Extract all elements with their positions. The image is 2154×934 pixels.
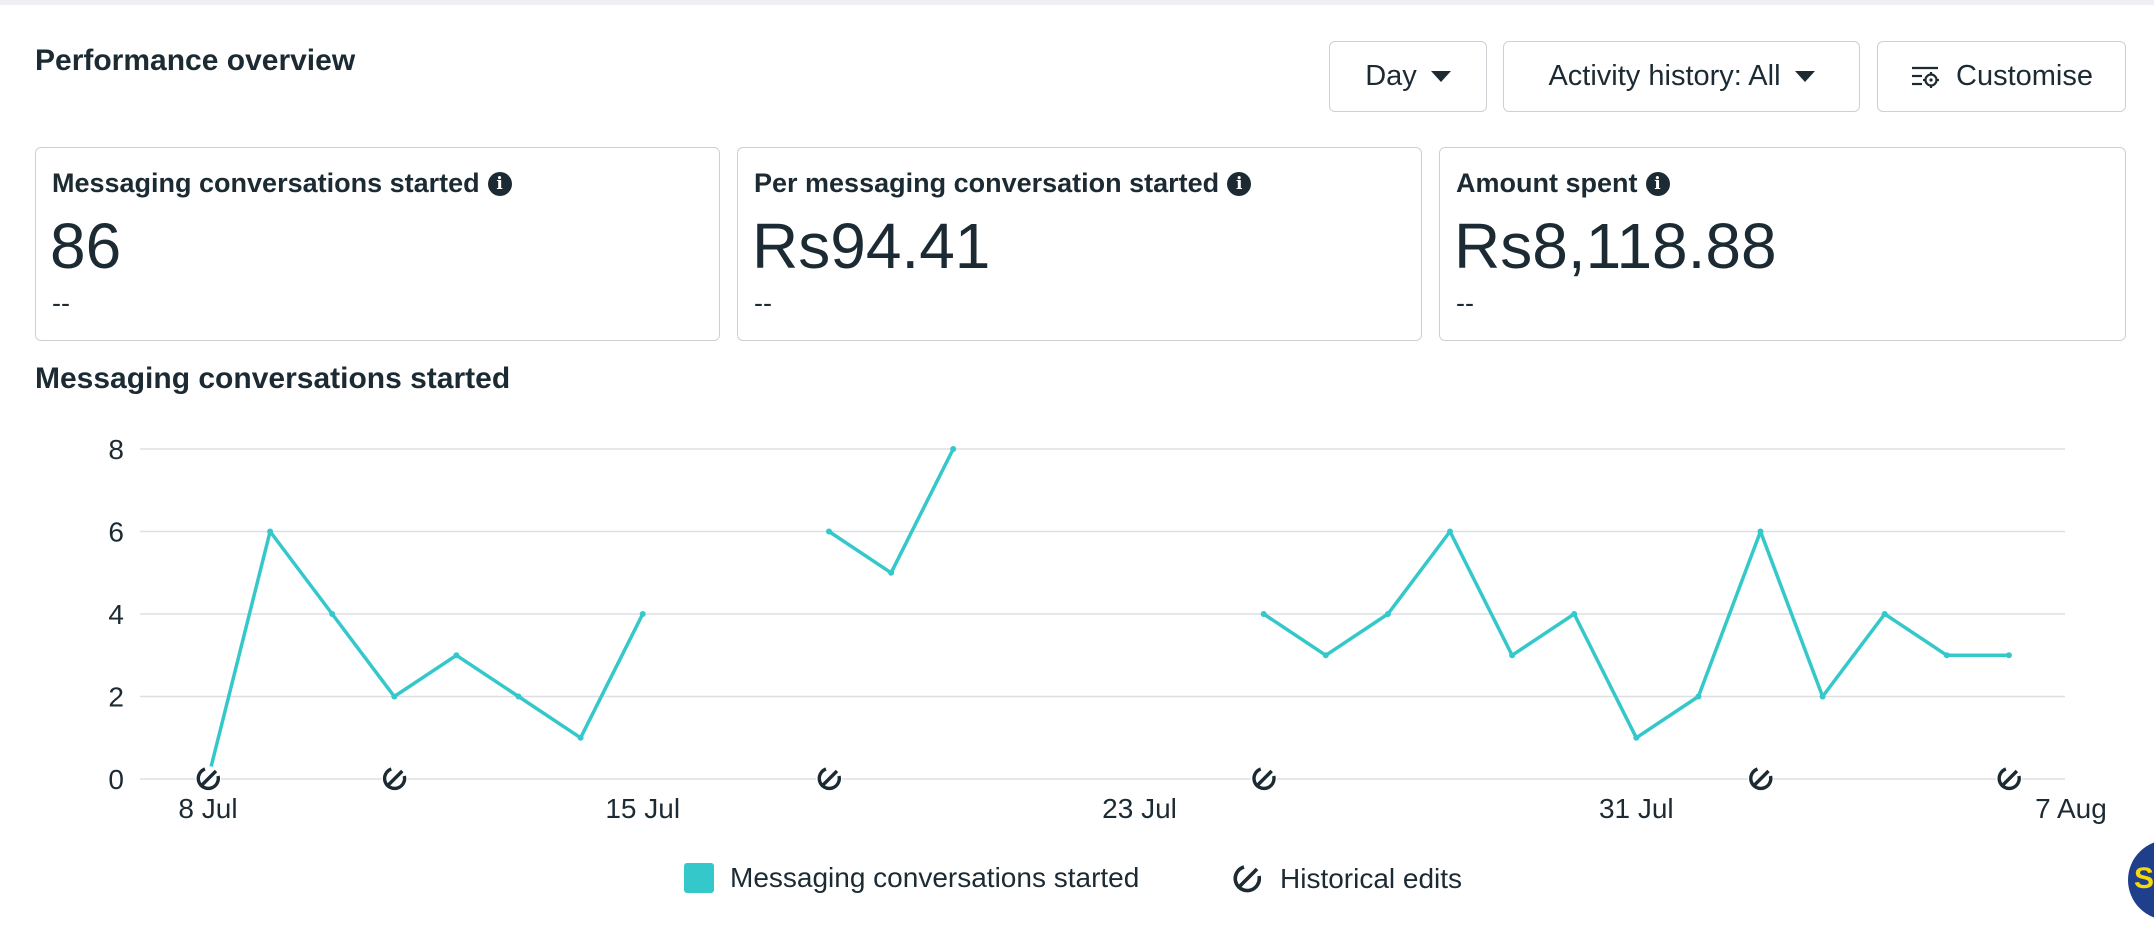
series-line-segment bbox=[206, 529, 645, 781]
legend-edits-label: Historical edits bbox=[1280, 863, 1463, 894]
x-tick-label: 7 Aug bbox=[2035, 793, 2107, 824]
historical-edit-marker-icon[interactable] bbox=[1250, 766, 1277, 792]
data-point bbox=[1881, 611, 1888, 617]
legend-item-series[interactable]: Messaging conversations started bbox=[684, 862, 1139, 894]
x-tick-label: 23 Jul bbox=[1102, 793, 1177, 824]
data-point bbox=[1757, 528, 1764, 535]
data-point bbox=[1943, 652, 1950, 659]
data-point bbox=[1633, 734, 1640, 741]
data-point bbox=[391, 693, 398, 700]
x-tick-label: 31 Jul bbox=[1599, 793, 1674, 824]
data-point bbox=[267, 528, 274, 535]
data-point bbox=[639, 611, 646, 617]
x-tick-label: 15 Jul bbox=[605, 793, 680, 824]
historical-edit-marker-icon[interactable] bbox=[1995, 766, 2022, 792]
chat-widget-badge-text: S bbox=[2134, 862, 2154, 895]
data-point bbox=[950, 446, 957, 452]
data-point bbox=[329, 611, 336, 617]
data-point bbox=[1260, 611, 1267, 617]
legend-swatch bbox=[684, 863, 714, 893]
historical-edit-marker-icon[interactable] bbox=[1747, 766, 1774, 792]
legend-series-label: Messaging conversations started bbox=[730, 862, 1140, 893]
series-line-segment bbox=[827, 447, 955, 575]
data-point bbox=[1509, 652, 1516, 659]
historical-edit-marker-icon[interactable] bbox=[195, 766, 221, 792]
x-tick-label: 8 Jul bbox=[178, 793, 237, 824]
data-point bbox=[826, 528, 832, 535]
y-tick-label: 8 bbox=[108, 434, 124, 465]
line-chart: 0 2 4 6 8 8 Jul 15 Jul 23 Jul 31 Jul 7 Aug bbox=[108, 434, 2107, 824]
y-tick-label: 0 bbox=[108, 764, 124, 795]
data-point bbox=[515, 693, 522, 700]
data-point bbox=[453, 652, 460, 659]
data-point bbox=[1322, 652, 1329, 659]
data-point bbox=[1447, 528, 1453, 535]
data-point bbox=[1571, 611, 1578, 617]
historical-edit-marker-icon[interactable] bbox=[816, 766, 842, 792]
data-point bbox=[2005, 652, 2012, 659]
data-point bbox=[1384, 611, 1391, 617]
y-tick-label: 6 bbox=[108, 517, 124, 548]
data-point bbox=[1695, 693, 1702, 700]
legend-item-historical-edits[interactable]: Historical edits bbox=[1230, 862, 1462, 896]
data-point bbox=[888, 569, 895, 576]
historical-edit-marker-icon[interactable] bbox=[381, 766, 408, 792]
y-tick-label: 4 bbox=[108, 599, 124, 630]
series-line-segment bbox=[1261, 529, 2011, 740]
y-tick-label: 2 bbox=[108, 682, 124, 713]
data-point bbox=[577, 734, 584, 741]
data-point bbox=[1819, 693, 1826, 700]
historical-edits-icon bbox=[1233, 865, 1262, 893]
